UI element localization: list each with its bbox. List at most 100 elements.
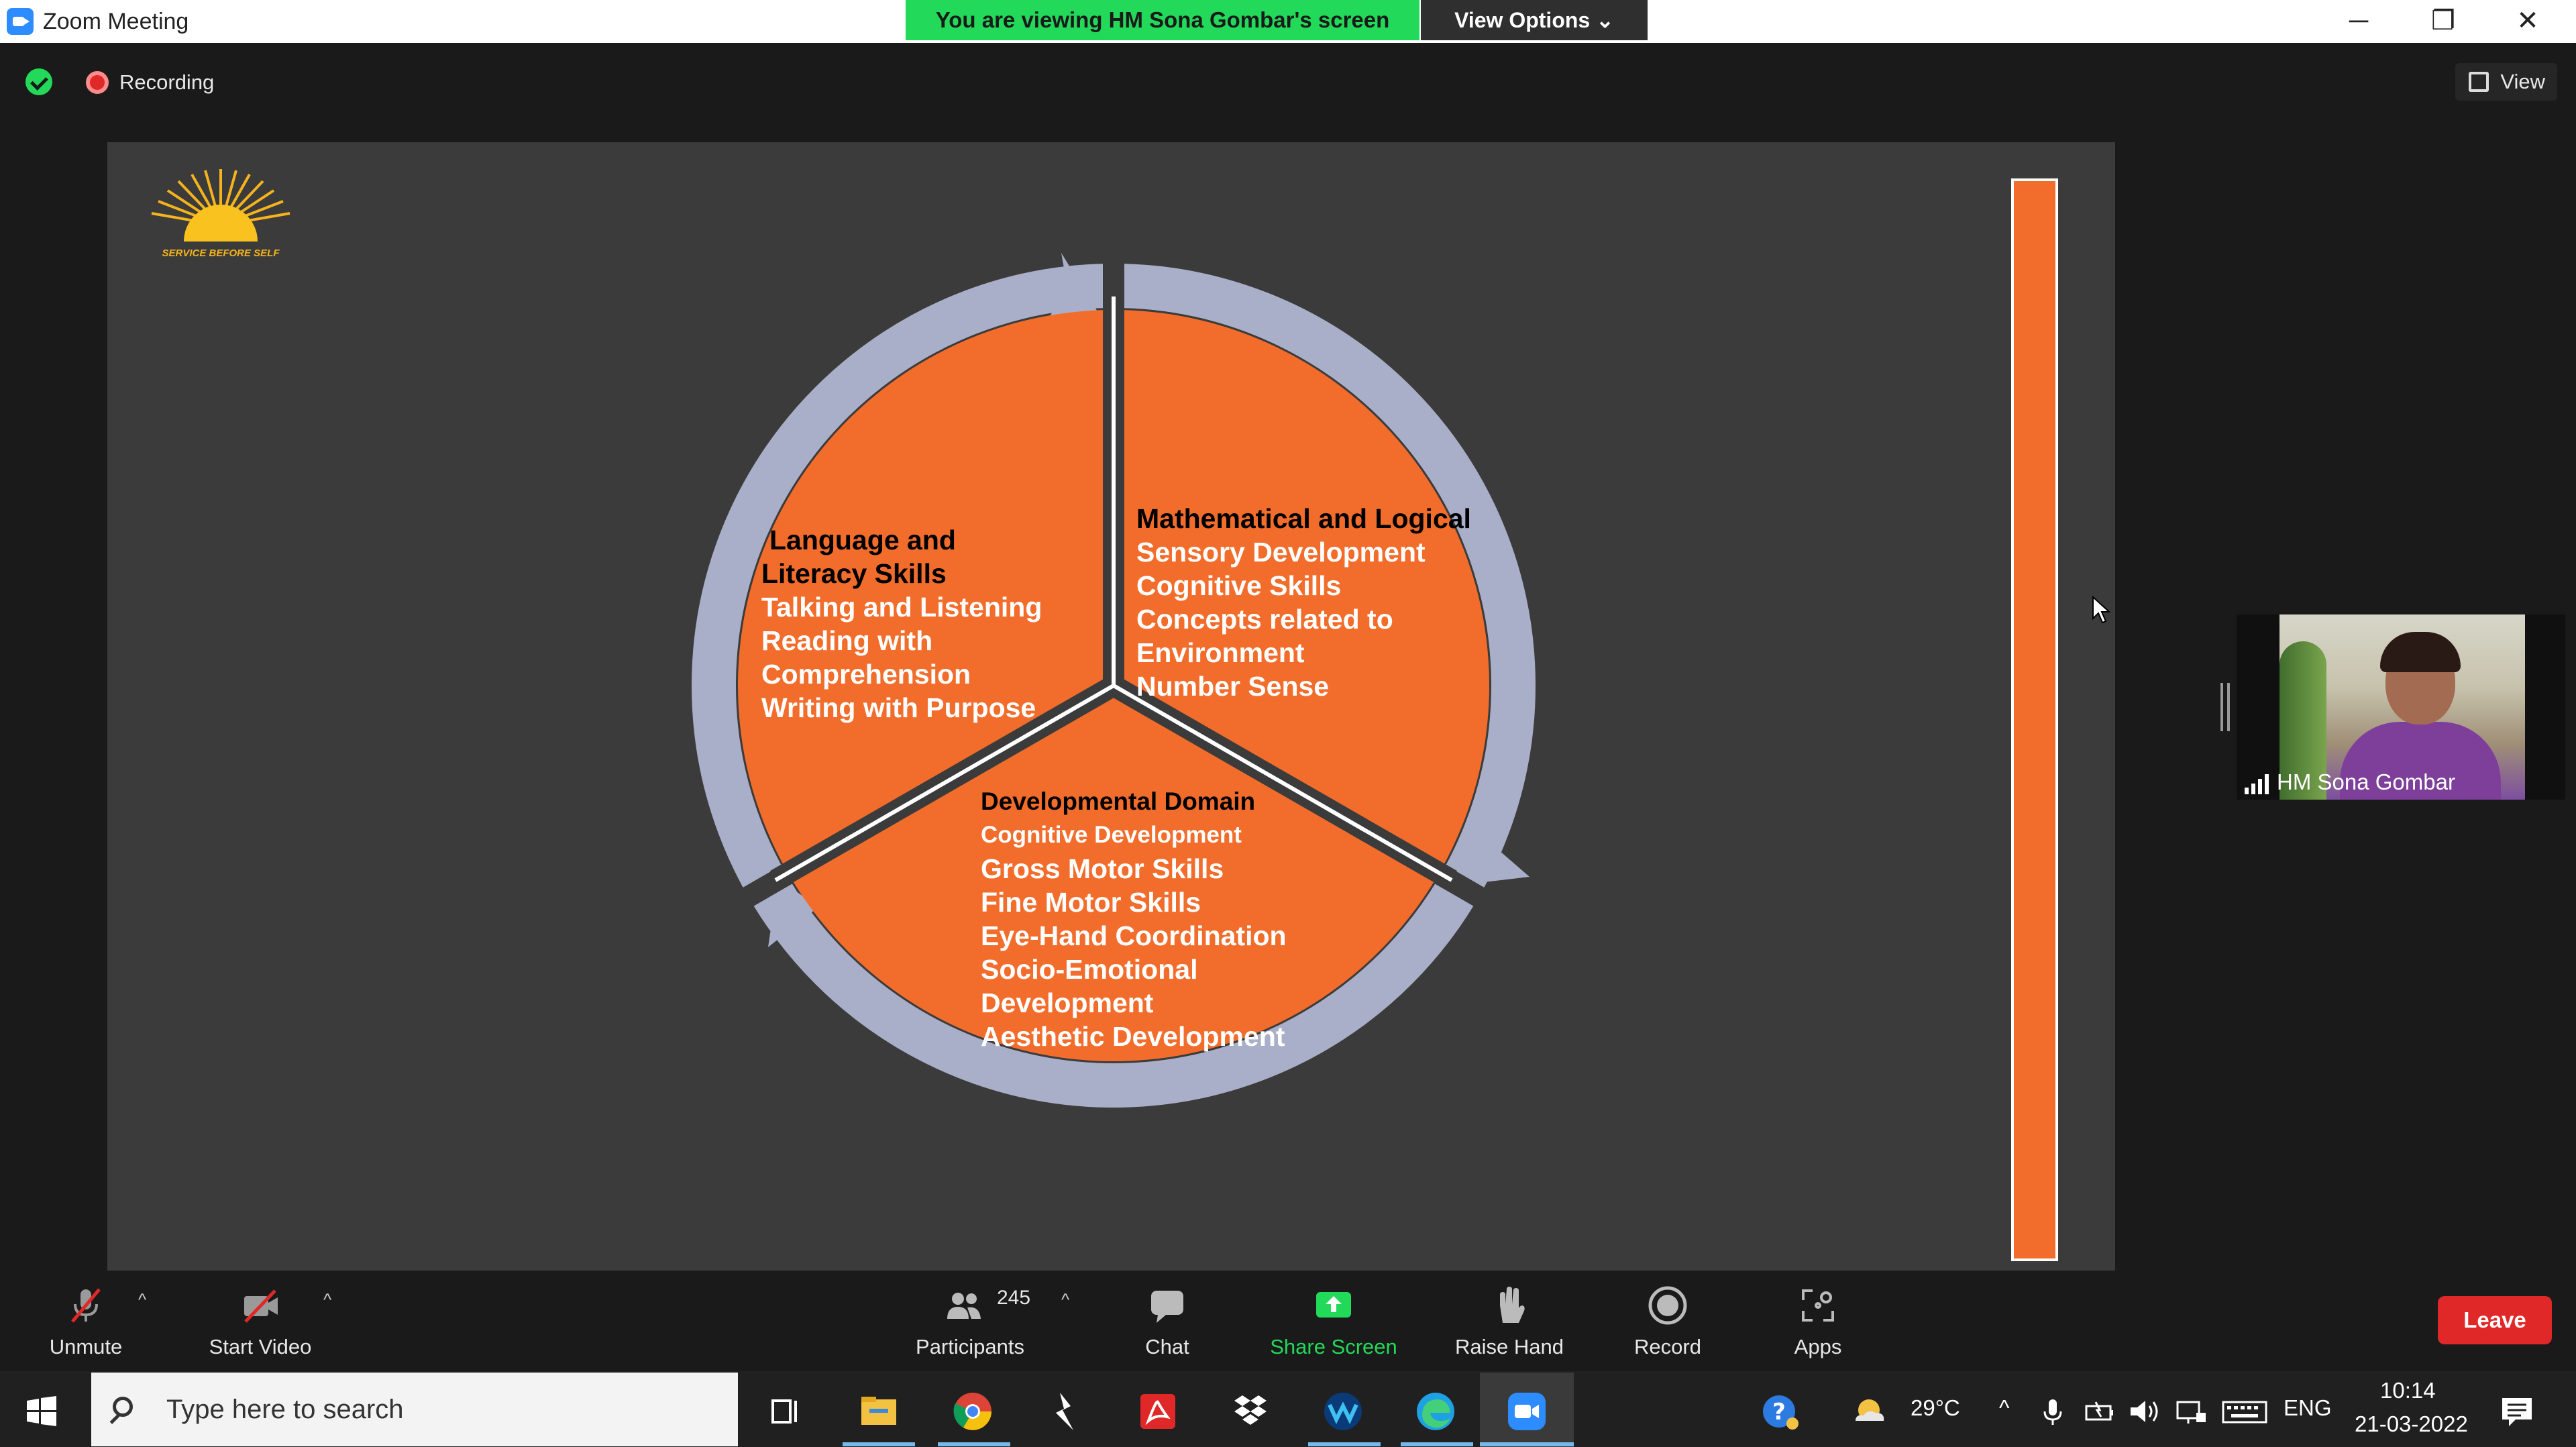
chat-label: Chat (1145, 1335, 1189, 1358)
segment-item: Aesthetic Development (981, 1021, 1285, 1052)
webex-active-indicator (1308, 1442, 1381, 1446)
edge-active-indicator (1401, 1442, 1473, 1446)
participant-hair (2380, 632, 2461, 672)
segment-item: Number Sense (1136, 671, 1330, 702)
windows-start-icon[interactable] (25, 1395, 58, 1428)
recording-label: Recording (119, 70, 215, 94)
segment-item: Eye-Hand Coordination (981, 920, 1287, 951)
share-screen-icon (1316, 1292, 1351, 1318)
signal-strength-icon (2245, 774, 2269, 794)
leave-button[interactable]: Leave (2438, 1296, 2552, 1344)
acrobat-reader-icon[interactable] (1136, 1390, 1179, 1433)
share-screen-label: Share Screen (1270, 1335, 1397, 1358)
segment-item: Fine Motor Skills (981, 887, 1201, 918)
segment-item: Development (981, 987, 1154, 1018)
input-language-label[interactable]: ENG (2284, 1395, 2332, 1421)
recording-dot-icon (86, 71, 109, 94)
segment-item: Concepts related to (1136, 604, 1393, 635)
segment-item: Talking and Listening (761, 592, 1042, 623)
temperature-label[interactable]: 29°C (1911, 1395, 1960, 1421)
edge-icon[interactable] (1414, 1390, 1457, 1433)
raise-hand-icon (1500, 1287, 1525, 1323)
participants-options-caret-icon[interactable]: ^ (1061, 1289, 1069, 1310)
battery-icon[interactable] (2082, 1390, 2117, 1433)
participant-name: HM Sona Gombar (2277, 769, 2455, 794)
mouse-cursor-icon (2092, 596, 2111, 624)
weather-icon[interactable] (1849, 1390, 1892, 1433)
chrome-active-indicator (938, 1442, 1010, 1446)
start-video-button[interactable]: Start Video (193, 1281, 327, 1369)
svg-text:?: ? (1772, 1399, 1786, 1426)
notifications-icon[interactable] (2496, 1390, 2538, 1433)
segment-heading: Literacy Skills (761, 558, 947, 589)
segment-item: Sensory Development (1136, 537, 1426, 568)
webex-icon[interactable] (1322, 1390, 1364, 1433)
participants-icon (947, 1293, 981, 1319)
view-options-button[interactable]: View Options ⌄ (1421, 0, 1648, 40)
search-icon (113, 1397, 133, 1417)
share-screen-button[interactable]: Share Screen (1267, 1281, 1401, 1369)
file-explorer-icon[interactable] (857, 1390, 900, 1433)
segment-item: Environment (1136, 637, 1305, 668)
dropbox-icon[interactable] (1229, 1390, 1272, 1433)
window-title: Zoom Meeting (43, 9, 189, 34)
apps-button[interactable]: Apps (1751, 1281, 1885, 1369)
view-grid-icon (2469, 72, 2489, 92)
segment-item: Reading with (761, 625, 933, 656)
participant-count: 245 (997, 1287, 1031, 1309)
clock-date[interactable]: 21-03-2022 (2355, 1411, 2468, 1437)
chrome-icon[interactable] (951, 1390, 994, 1433)
encryption-shield-icon[interactable] (25, 68, 52, 95)
restore-icon[interactable]: ❐ (2403, 0, 2483, 42)
segment-item: Writing with Purpose (761, 692, 1036, 723)
winamp-lightning-icon[interactable] (1044, 1390, 1087, 1433)
task-view-icon[interactable] (765, 1390, 808, 1433)
muted-microphone-icon (71, 1288, 101, 1323)
chat-button[interactable]: Chat (1100, 1281, 1234, 1369)
cycle-diagram (692, 253, 1536, 1108)
microphone-icon[interactable] (2037, 1390, 2069, 1433)
segment-subheading: Cognitive Development (981, 822, 1242, 848)
audio-options-caret-icon[interactable]: ^ (138, 1289, 146, 1310)
participants-button[interactable]: 245 Participants (903, 1281, 1037, 1369)
close-icon[interactable]: ✕ (2487, 0, 2568, 42)
segment-language-literacy: Language and Literacy Skills Talking and… (761, 523, 1083, 725)
volume-icon[interactable] (2127, 1390, 2161, 1433)
taskbar-search-box[interactable]: Type here to search (91, 1373, 738, 1446)
record-button[interactable]: Record (1601, 1281, 1735, 1369)
clock-time[interactable]: 10:14 (2380, 1378, 2436, 1403)
slide-side-bar (2011, 178, 2058, 1261)
segment-developmental-domain: Developmental Domain Cognitive Developme… (981, 785, 1356, 1053)
participants-label: Participants (916, 1335, 1024, 1358)
segment-item: Cognitive Skills (1136, 570, 1342, 601)
minimize-icon[interactable]: ─ (2318, 0, 2399, 42)
video-options-caret-icon[interactable]: ^ (323, 1289, 331, 1310)
zoom-active-indicator (1480, 1442, 1574, 1446)
zoom-taskbar-icon[interactable] (1505, 1390, 1548, 1433)
raise-hand-label: Raise Hand (1455, 1335, 1564, 1358)
segment-heading: Mathematical and Logical (1136, 503, 1471, 534)
segment-math-logical: Mathematical and Logical Sensory Develop… (1136, 502, 1512, 703)
record-label: Record (1634, 1335, 1701, 1358)
segment-item: Socio-Emotional (981, 954, 1198, 985)
segment-heading: Language and (769, 525, 956, 555)
unmute-label: Unmute (49, 1335, 123, 1358)
screen-share-banner: You are viewing HM Sona Gombar's screen (906, 0, 1419, 40)
apps-icon (1802, 1289, 1834, 1322)
video-off-icon (244, 1289, 278, 1323)
raise-hand-button[interactable]: Raise Hand (1442, 1281, 1576, 1369)
network-icon[interactable] (2174, 1390, 2208, 1433)
show-hidden-icons-caret-icon[interactable]: ^ (1999, 1395, 2010, 1421)
unmute-button[interactable]: Unmute (19, 1281, 153, 1369)
start-video-label: Start Video (209, 1335, 312, 1358)
segment-item: Gross Motor Skills (981, 853, 1224, 884)
segment-heading: Developmental Domain (981, 788, 1256, 815)
panel-resize-handle[interactable] (2220, 683, 2230, 731)
search-placeholder: Type here to search (166, 1395, 404, 1424)
shared-screen: SERVICE BEFORE SELF Language and Literac… (107, 142, 2115, 1271)
keyboard-icon[interactable] (2220, 1390, 2269, 1433)
explorer-active-indicator (843, 1442, 915, 1446)
help-icon[interactable]: ? (1759, 1390, 1802, 1433)
participant-video-tile[interactable]: HM Sona Gombar (2237, 614, 2565, 800)
segment-item: Comprehension (761, 659, 971, 690)
